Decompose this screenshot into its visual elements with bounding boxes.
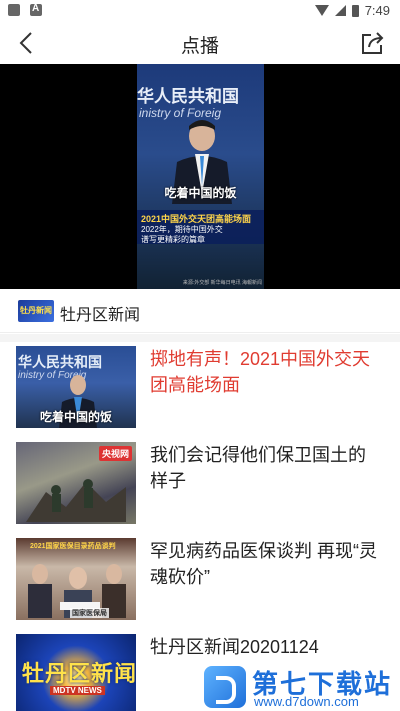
video-box-line: 2022年，期待中国外交 (141, 225, 223, 234)
notification-icons (8, 3, 42, 16)
status-bar: 7:49 (0, 0, 400, 22)
video-player[interactable]: 华人民共和国 inistry of Foreig 吃着中国的饭 2021中国外交… (0, 64, 400, 289)
watermark-logo-icon (204, 666, 246, 708)
title-bar: 点播 (0, 22, 400, 64)
thumb-banner: 牡丹区新闻 (22, 661, 136, 686)
item-title: 牡丹区新闻20201124 (150, 637, 319, 657)
item-title: 我们会记得他们保卫国土的样子 (150, 445, 366, 491)
video-box-line: 谱写更精彩的篇章 (141, 235, 205, 244)
thumb-badge: 央视网 (98, 446, 132, 461)
thumbnail: 华人民共和国 inistry of Foreig 吃着中国的饭 (16, 346, 136, 428)
channel-logo-text: 牡丹新闻 (20, 306, 52, 315)
list-item[interactable]: 2021国家医保目录药品谈判 国家医保局 罕见病药品医保谈判 再现“灵魂砍价” (0, 534, 400, 626)
thumb-caption: 吃着中国的饭 (39, 410, 112, 424)
video-info-box: 2021中国外交天团高能场面 2022年，期待中国外交 谱写更精彩的篇章 (137, 210, 264, 244)
channel-row[interactable]: 牡丹新闻 牡丹区新闻 (0, 289, 400, 333)
channel-logo: 牡丹新闻 (18, 300, 54, 322)
item-title: 罕见病药品医保谈判 再现“灵魂砍价” (150, 541, 377, 587)
app-notification-icon (30, 3, 42, 16)
list-item[interactable]: 央视网 我们会记得他们保卫国土的样子 (0, 438, 400, 530)
thumb-caption: MDTV NEWS (50, 686, 105, 695)
thumbnail: 央视网 (16, 442, 136, 524)
video-banner-text: 华人民共和国 (137, 87, 239, 106)
channel-name: 牡丹区新闻 (60, 307, 141, 324)
list-item[interactable]: 华人民共和国 inistry of Foreig 吃着中国的饭 掷地有声！202… (0, 342, 400, 434)
thumbnail: 2021国家医保目录药品谈判 国家医保局 (16, 538, 136, 620)
divider (0, 334, 400, 342)
page-title: 点播 (180, 36, 219, 57)
status-time: 7:49 (364, 3, 390, 18)
soldiers-figure (26, 479, 126, 522)
battery-icon (351, 4, 359, 17)
site-watermark: 第七下载站 www.d7down.com (204, 664, 394, 710)
wifi-icon (314, 5, 329, 16)
notification-icon (8, 4, 20, 16)
signal-icon (334, 5, 346, 16)
thumb-caption: 国家医保局 (70, 608, 109, 618)
video-box-title: 2021中国外交天团高能场面 (141, 214, 252, 224)
watermark-url: www.d7down.com (254, 694, 359, 709)
thumb-banner: 2021国家医保目录药品谈判 (30, 543, 116, 550)
video-frame: 华人民共和国 inistry of Foreig 吃着中国的饭 2021中国外交… (137, 64, 264, 289)
thumb-banner: 华人民共和国 (18, 354, 102, 370)
item-title: 掷地有声！2021中国外交天团高能场面 (150, 349, 371, 395)
thumbnail: 牡丹区新闻 MDTV NEWS (16, 634, 136, 711)
share-icon[interactable] (360, 30, 386, 56)
video-caption: 吃着中国的饭 (164, 186, 237, 200)
video-source: 来源:外交部 新华每日电讯 海報新闻 (182, 280, 262, 286)
